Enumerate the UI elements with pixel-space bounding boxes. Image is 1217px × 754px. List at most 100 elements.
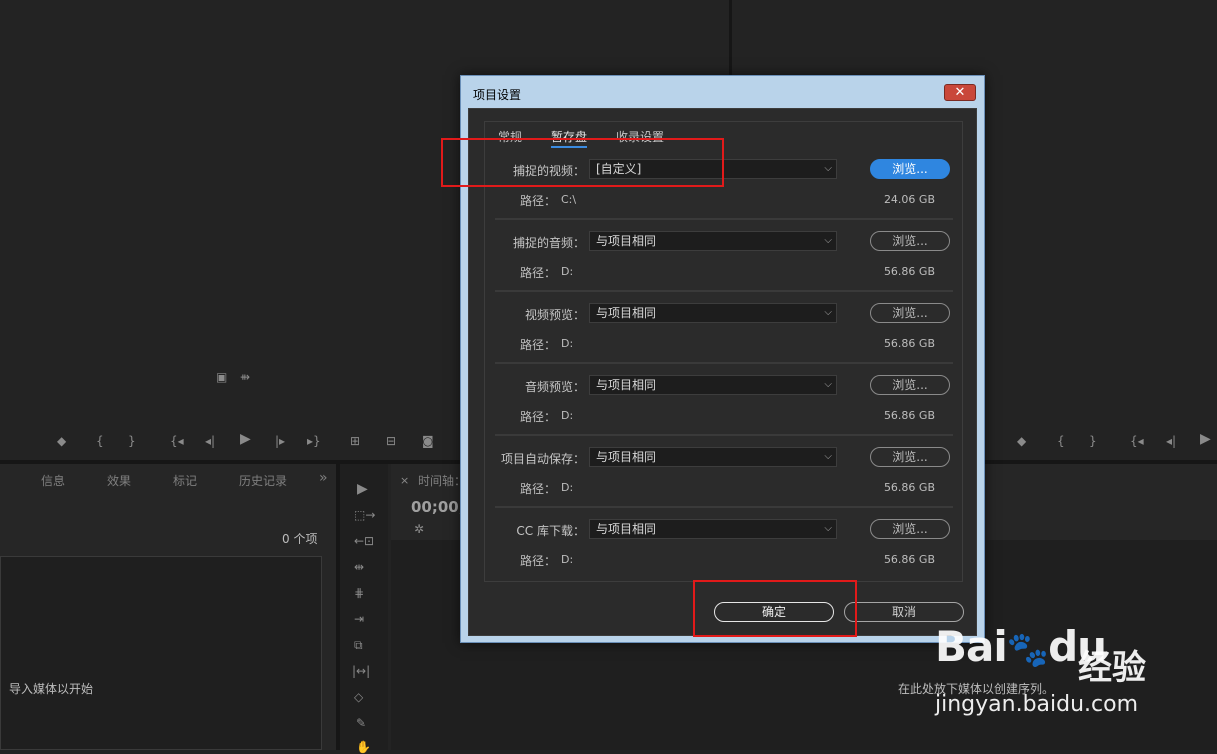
ripple-edit-tool-icon[interactable]: ←⊡ [354,534,374,548]
auto-save-path: D: [561,481,574,494]
captured-audio-select[interactable]: 与项目相同 ⌵ [589,231,837,251]
auto-save-value: 与项目相同 [596,450,657,464]
timecode[interactable]: 00;00; [411,498,465,516]
cc-library-path: D: [561,553,574,566]
slip-tool-icon[interactable]: ⧉ [354,638,363,652]
cc-library-value: 与项目相同 [596,522,657,536]
cc-library-path-label: 路径： [520,554,557,568]
highlight-captured-video [441,138,724,187]
program-mark-in-icon[interactable]: { [1057,434,1065,448]
selection-tool-icon[interactable]: ▶ [357,482,368,496]
auto-save-path-label: 路径： [520,482,557,496]
tab-info[interactable]: 信息 [41,472,65,489]
audio-preview-value: 与项目相同 [596,378,657,392]
audio-preview-select[interactable]: 与项目相同 ⌵ [589,375,837,395]
slide-tool-icon[interactable]: |↔| [352,664,370,678]
captured-audio-label: 捕捉的音频： [512,236,585,250]
separator [495,362,953,364]
audio-preview-path: D: [561,409,574,422]
cc-library-browse-button[interactable]: 浏览... [870,519,950,539]
step-forward-icon[interactable]: |▸ [275,434,285,448]
program-mark-out-icon[interactable]: } [1089,434,1097,448]
item-count: 0 个项 [282,532,318,546]
captured-video-path: C:\ [561,193,577,206]
insert-icon[interactable]: ⊞ [350,434,360,448]
import-hint: 导入媒体以开始 [9,682,94,696]
chevron-down-icon: ⌵ [824,379,832,390]
audio-preview-label: 音频预览： [524,380,585,394]
rolling-edit-tool-icon[interactable]: ⇹ [354,560,364,574]
timeline-tab[interactable]: 时间轴： [418,472,466,489]
auto-save-select[interactable]: 与项目相同 ⌵ [589,447,837,467]
auto-save-label: 项目自动保存： [500,452,585,466]
separator [495,506,953,508]
auto-save-size: 56.86 GB [883,481,935,494]
program-step-back-icon[interactable]: ◂| [1166,434,1176,448]
track-select-tool-icon[interactable]: ⬚→ [354,508,375,522]
captured-audio-path-label: 路径： [520,266,557,280]
tools-panel [340,464,388,750]
mark-out-icon[interactable]: } [128,434,136,448]
settings-group: 常规 暂存盘 收录设置 捕捉的视频： [自定义] ⌵ 浏览... 路径： C:\… [484,121,963,582]
video-preview-path-label: 路径： [520,338,557,352]
watermark-brand-a: Bai [935,622,1008,671]
razor-tool-icon[interactable]: ⇥ [354,612,364,626]
video-preview-value: 与项目相同 [596,306,657,320]
captured-video-browse-button[interactable]: 浏览... [870,159,950,179]
add-marker-icon[interactable]: ◆ [57,434,66,448]
cc-library-select[interactable]: 与项目相同 ⌵ [589,519,837,539]
chevron-down-icon: ⌵ [824,523,832,534]
watermark-brand-cn: 经验 [1078,648,1146,688]
go-to-in-icon[interactable]: {◂ [170,434,184,448]
audio-preview-browse-button[interactable]: 浏览... [870,375,950,395]
video-preview-path: D: [561,337,574,350]
captured-audio-browse-button[interactable]: 浏览... [870,231,950,251]
close-timeline-icon[interactable]: × [400,474,409,488]
close-icon: ✕ [954,85,966,100]
tab-markers[interactable]: 标记 [173,472,197,489]
tab-effects[interactable]: 效果 [107,472,131,489]
cancel-button[interactable]: 取消 [844,602,964,622]
go-to-out-icon[interactable]: ▸} [307,434,321,448]
overwrite-icon[interactable]: ⊟ [386,434,396,448]
audio-waveform-icon[interactable]: ⇻ [240,370,250,384]
separator [495,218,953,220]
captured-audio-path: D: [561,265,574,278]
project-media-area [0,556,322,750]
separator [495,290,953,292]
cc-library-size: 56.86 GB [883,553,935,566]
play-icon[interactable]: ▶ [240,432,251,446]
watermark-url: jingyan.baidu.com [935,692,1139,717]
rate-stretch-tool-icon[interactable]: ⋕ [354,586,364,600]
video-preview-select[interactable]: 与项目相同 ⌵ [589,303,837,323]
zoom-tool-icon[interactable]: ✋ [356,740,371,754]
more-tabs-icon[interactable]: » [319,470,328,486]
chevron-down-icon: ⌵ [824,451,832,462]
program-play-icon[interactable]: ▶ [1200,432,1211,446]
captured-video-path-label: 路径： [520,194,557,208]
export-frame-icon[interactable]: ▣ [216,370,227,384]
captured-video-size: 24.06 GB [883,193,935,206]
dialog-body: 常规 暂存盘 收录设置 捕捉的视频： [自定义] ⌵ 浏览... 路径： C:\… [468,108,977,636]
chevron-down-icon: ⌵ [824,307,832,318]
camera-icon[interactable]: ◙ [422,434,434,448]
highlight-ok-button [693,580,857,637]
separator [495,434,953,436]
auto-save-browse-button[interactable]: 浏览... [870,447,950,467]
pen-tool-icon[interactable]: ◇ [354,690,363,704]
tab-history[interactable]: 历史记录 [239,472,287,489]
program-marker-icon[interactable]: ◆ [1017,434,1026,448]
dialog-title: 项目设置 [473,88,522,102]
video-preview-label: 视频预览： [524,308,585,322]
chevron-down-icon: ⌵ [824,163,832,174]
video-preview-size: 56.86 GB [883,337,935,350]
chevron-down-icon: ⌵ [824,235,832,246]
video-preview-browse-button[interactable]: 浏览... [870,303,950,323]
mark-in-icon[interactable]: { [96,434,104,448]
close-button[interactable]: ✕ [944,84,976,101]
program-go-to-in-icon[interactable]: {◂ [1130,434,1144,448]
cc-library-label: CC 库下载： [516,524,585,538]
snap-icon[interactable]: ✲ [414,522,424,536]
step-back-icon[interactable]: ◂| [205,434,215,448]
hand-tool-icon[interactable]: ✎ [356,716,366,730]
